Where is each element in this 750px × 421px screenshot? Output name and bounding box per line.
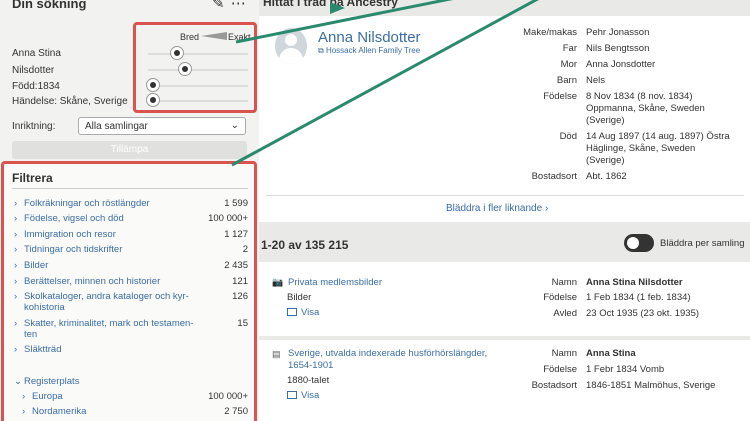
filter-item[interactable]: › Berättelser, minnen och historier 121	[14, 276, 250, 287]
camera-icon: 📷	[272, 277, 284, 287]
avatar	[275, 28, 307, 64]
filter-item[interactable]: › Immigration och resor 1 127	[14, 229, 250, 240]
param-first-name: Anna Stina	[12, 48, 61, 59]
apply-button[interactable]: Tillämpa	[12, 141, 247, 159]
chevron-right-icon: ›	[14, 291, 18, 302]
result-field-value: 1 Febr 1834 Vomb	[586, 364, 665, 375]
slider-knob-first-name[interactable]	[170, 46, 184, 60]
scale-bred-label: Bred	[180, 32, 200, 42]
search-panel-title: Din sökning	[12, 0, 87, 11]
fact-label: Mor	[560, 59, 577, 70]
chevron-right-icon: ›	[22, 406, 26, 417]
slider-track	[148, 53, 248, 55]
fact-value: Nils Bengtsson	[586, 43, 650, 54]
chevron-right-icon: ›	[14, 229, 18, 240]
chevron-right-icon: ›	[14, 276, 18, 287]
result-field-label: Avled	[553, 308, 577, 319]
chevron-right-icon: ›	[14, 260, 18, 271]
filter-item[interactable]: › Skolkataloger, andra kataloger och kyr-…	[14, 291, 250, 313]
direction-select[interactable]: Alla samlingar ⌄	[78, 117, 246, 135]
fact-value: Nels	[586, 75, 606, 86]
document-icon: ▤	[272, 349, 281, 359]
param-last-name: Nilsdotter	[12, 65, 55, 76]
param-event: Händelse: Skåne, Sverige	[12, 96, 128, 107]
slider-track	[148, 69, 248, 71]
filter-title: Filtrera	[12, 171, 53, 185]
fact-value: 8 Nov 1834 (8 nov. 1834) Oppmanna, Skåne…	[586, 91, 705, 126]
filter-item[interactable]: › Tidningar och tidskrifter 2	[14, 244, 250, 255]
filter-item[interactable]: › Folkräkningar och röstlängder 1 599	[14, 198, 250, 209]
filter-item[interactable]: › Skatter, kriminalitet, mark och testame…	[14, 318, 250, 340]
param-birth: Född:1834	[12, 81, 60, 92]
fact-value: Pehr Jonasson	[586, 27, 650, 38]
fact-label: Make/makas	[523, 27, 577, 38]
chevron-down-icon: ⌄	[230, 120, 239, 131]
result-field-value: Anna Stina Nilsdotter	[586, 277, 683, 288]
chevron-right-icon: ›	[14, 344, 18, 355]
tree-icon: ⧉	[318, 46, 326, 55]
chevron-right-icon: ›	[14, 244, 18, 255]
fact-value: 14 Aug 1897 (14 aug. 1897) Östra Hägling…	[586, 131, 730, 166]
filter-item[interactable]: › Bilder 2 435	[14, 260, 250, 271]
person-name[interactable]: Anna Nilsdotter	[318, 29, 421, 46]
chevron-right-icon: ›	[14, 318, 18, 329]
chevron-right-icon: ›	[14, 213, 18, 224]
browse-by-collection-toggle[interactable]	[624, 234, 654, 252]
slider-knob-event[interactable]	[146, 93, 160, 107]
family-tree-link[interactable]: ⧉ Hossack Allen Family Tree	[318, 46, 420, 56]
registry-item[interactable]: › Europa 100 000+	[22, 391, 250, 402]
filter-item[interactable]: › Släktträd	[14, 344, 250, 355]
fact-value: Anna Jonsdotter	[586, 59, 656, 70]
registry-item[interactable]: › Nordamerika 2 750	[22, 406, 250, 417]
chevron-right-icon: ›	[14, 198, 18, 209]
result-field-value: Anna Stina	[586, 348, 636, 359]
precision-scale: Bred Exakt	[180, 32, 251, 42]
registry-header[interactable]: ⌄ Registerplats	[14, 376, 250, 387]
result-field-label: Namn	[551, 277, 577, 288]
results-count: 1-20 av 135 215	[261, 238, 349, 252]
result-field-label: Födelse	[543, 364, 577, 375]
toggle-label: Bläddra per samling	[660, 238, 745, 249]
slider-knob-last-name[interactable]	[178, 62, 192, 76]
browse-more-link[interactable]: Bläddra i fler liknande ›	[446, 203, 548, 214]
result-field-label: Födelse	[543, 292, 577, 303]
result-field-value: 1846-1851 Malmöhus, Sverige	[586, 380, 716, 391]
fact-label: Far	[562, 43, 577, 54]
result-field-label: Bostadsort	[531, 380, 577, 391]
scale-exakt-label: Exakt	[228, 32, 251, 42]
result-field-value: 1 Feb 1834 (1 feb. 1834)	[586, 292, 691, 303]
fact-value: Abt. 1862	[586, 171, 627, 182]
slider-track	[148, 100, 248, 102]
divider	[266, 195, 744, 196]
slider-track	[148, 85, 248, 87]
chevron-right-icon: ›	[22, 391, 26, 402]
slider-knob-birth[interactable]	[146, 78, 160, 92]
fact-label: Bostadsort	[531, 171, 577, 182]
view-link[interactable]: Visa	[287, 307, 319, 318]
result-field-label: Namn	[551, 348, 577, 359]
result-field-value: 23 Oct 1935 (23 okt. 1935)	[586, 308, 700, 319]
tree-section-title: Hittat i träd på Ancestry	[263, 0, 398, 9]
edit-more-icons[interactable]: ✎ ⋯	[212, 0, 247, 12]
chevron-down-icon: ⌄	[14, 376, 22, 387]
result-subtitle: 1880-talet	[287, 375, 330, 386]
image-icon	[287, 308, 297, 316]
fact-label: Födelse	[543, 91, 577, 102]
fact-label: Barn	[556, 75, 577, 86]
fact-label: Död	[559, 131, 577, 142]
filter-item[interactable]: › Födelse, vigsel och död 100 000+	[14, 213, 250, 224]
divider	[12, 188, 248, 189]
view-link[interactable]: Visa	[287, 390, 319, 401]
image-icon	[287, 391, 297, 399]
scale-wedge-icon	[201, 32, 227, 40]
direction-label: Inriktning:	[12, 121, 56, 132]
direction-value: Alla samlingar	[85, 121, 148, 132]
result-subtitle: Bilder	[287, 292, 312, 303]
